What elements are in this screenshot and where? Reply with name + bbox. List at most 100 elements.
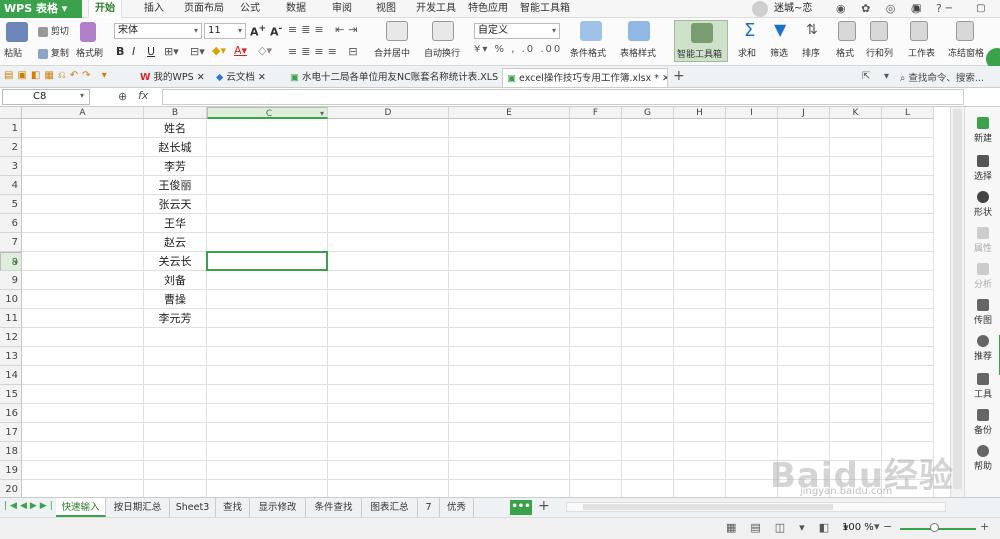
close-icon[interactable]: ✕ [197, 72, 205, 83]
row-header-17[interactable]: 17 [0, 423, 22, 442]
row-col-button[interactable]: 行和列 [866, 46, 893, 59]
cell-h20[interactable] [674, 480, 726, 497]
cell-d12[interactable] [328, 328, 449, 347]
cell-d7[interactable] [328, 233, 449, 252]
cell-a17[interactable] [22, 423, 144, 442]
table-style-button[interactable]: 表格样式 [620, 46, 656, 59]
row-header-7[interactable]: 7 [0, 233, 22, 252]
cell-a10[interactable] [22, 290, 144, 309]
cell-f2[interactable] [570, 138, 622, 157]
cell-d1[interactable] [328, 119, 449, 138]
col-header-k[interactable]: K [830, 107, 882, 119]
cell-c3[interactable] [207, 157, 328, 176]
formula-input[interactable] [162, 89, 964, 105]
font-grow-button[interactable]: A+ A- [250, 23, 282, 39]
cell-k12[interactable] [830, 328, 882, 347]
sheet-tab-5[interactable]: 显示修改 [250, 498, 306, 517]
cell-b16[interactable] [144, 404, 207, 423]
cell-j1[interactable] [778, 119, 830, 138]
cell-k1[interactable] [830, 119, 882, 138]
sheet-tab-2[interactable]: 按日期汇总 [106, 498, 170, 517]
col-header-f[interactable]: F [570, 107, 622, 119]
cell-d2[interactable] [328, 138, 449, 157]
tab-nc-stats[interactable]: ▣ 水电十二局各单位用友NC账套名称统计表.XLS ✕ [286, 68, 500, 87]
row-header-14[interactable]: 14 [0, 366, 22, 385]
menu-insert[interactable]: 插入 [138, 0, 170, 18]
cell-e15[interactable] [449, 385, 570, 404]
cell-b5[interactable]: 张云天 [144, 195, 207, 214]
cell-h9[interactable] [674, 271, 726, 290]
cell-h16[interactable] [674, 404, 726, 423]
cell-c19[interactable] [207, 461, 328, 480]
cell-a13[interactable] [22, 347, 144, 366]
cell-d9[interactable] [328, 271, 449, 290]
cell-d19[interactable] [328, 461, 449, 480]
cell-e12[interactable] [449, 328, 570, 347]
cell-b7[interactable]: 赵云 [144, 233, 207, 252]
row-header-18[interactable]: 18 [0, 442, 22, 461]
cell-d13[interactable] [328, 347, 449, 366]
cell-j2[interactable] [778, 138, 830, 157]
cell-k14[interactable] [830, 366, 882, 385]
cell-l9[interactable] [882, 271, 934, 290]
cell-h12[interactable] [674, 328, 726, 347]
cell-a1[interactable] [22, 119, 144, 138]
cell-l4[interactable] [882, 176, 934, 195]
cut-button[interactable]: 剪切 [38, 24, 69, 37]
font-color-icon[interactable]: A▾ [234, 44, 247, 57]
menu-special[interactable]: 特色应用 [462, 0, 514, 18]
name-box-dropdown-icon[interactable]: ▾ [80, 91, 84, 100]
wrap-icon[interactable] [432, 21, 454, 41]
cell-e2[interactable] [449, 138, 570, 157]
cell-g8[interactable] [622, 252, 674, 271]
cell-d14[interactable] [328, 366, 449, 385]
vertical-scrollbar[interactable] [950, 107, 964, 497]
zoom-search-icon[interactable]: ⊕ [118, 90, 127, 103]
spreadsheet-grid[interactable]: ABCDEFGHIJKL 123456789101112131415161718… [0, 107, 950, 497]
merge-center-button[interactable]: 合并居中 [374, 46, 410, 59]
cell-d20[interactable] [328, 480, 449, 497]
font-size-select[interactable]: 11 [204, 23, 246, 39]
cell-h2[interactable] [674, 138, 726, 157]
cell-i15[interactable] [726, 385, 778, 404]
cell-c18[interactable] [207, 442, 328, 461]
cell-j13[interactable] [778, 347, 830, 366]
freeze-icon[interactable] [956, 21, 974, 41]
cell-j7[interactable] [778, 233, 830, 252]
cell-e8[interactable] [449, 252, 570, 271]
menu-page-layout[interactable]: 页面布局 [178, 0, 230, 18]
cell-a19[interactable] [22, 461, 144, 480]
cell-c16[interactable] [207, 404, 328, 423]
col-header-b[interactable]: B [144, 107, 207, 119]
cell-l17[interactable] [882, 423, 934, 442]
cell-f4[interactable] [570, 176, 622, 195]
cell-c20[interactable] [207, 480, 328, 497]
cell-l15[interactable] [882, 385, 934, 404]
cell-l16[interactable] [882, 404, 934, 423]
cell-i13[interactable] [726, 347, 778, 366]
cell-a2[interactable] [22, 138, 144, 157]
cell-f1[interactable] [570, 119, 622, 138]
cell-e19[interactable] [449, 461, 570, 480]
cell-e3[interactable] [449, 157, 570, 176]
col-header-e[interactable]: E [449, 107, 570, 119]
cell-k9[interactable] [830, 271, 882, 290]
cell-b15[interactable] [144, 385, 207, 404]
cell-g11[interactable] [622, 309, 674, 328]
cell-c11[interactable] [207, 309, 328, 328]
cell-f16[interactable] [570, 404, 622, 423]
row-header-4[interactable]: 4 [0, 176, 22, 195]
cell-k3[interactable] [830, 157, 882, 176]
cell-i5[interactable] [726, 195, 778, 214]
zoom-in-button[interactable]: + [980, 520, 989, 533]
tab-my-wps[interactable]: W 我的WPS ✕ [136, 68, 208, 87]
add-sheet-button[interactable]: + [538, 498, 550, 514]
cell-b17[interactable] [144, 423, 207, 442]
cell-k15[interactable] [830, 385, 882, 404]
cell-j8[interactable] [778, 252, 830, 271]
sheet-tab-8[interactable]: 7 [418, 498, 440, 517]
horizontal-scroll-thumb[interactable] [583, 504, 833, 510]
row-header-9[interactable]: 9 [0, 271, 22, 290]
cell-g9[interactable] [622, 271, 674, 290]
cell-l12[interactable] [882, 328, 934, 347]
